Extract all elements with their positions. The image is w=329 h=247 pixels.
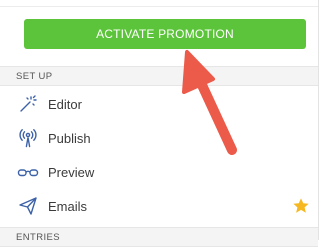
sidebar-panel: ACTIVATE PROMOTION SET UP Editor Publish…: [0, 0, 319, 247]
section-header-setup: SET UP: [0, 66, 318, 86]
magic-wand-icon: [17, 93, 39, 115]
menu-item-label: Emails: [48, 198, 88, 214]
menu-item-editor[interactable]: Editor: [0, 87, 318, 121]
menu-item-label: Preview: [48, 164, 95, 180]
menu-item-preview[interactable]: Preview: [0, 155, 318, 189]
activate-promotion-button[interactable]: ACTIVATE PROMOTION: [24, 19, 306, 49]
section-title: ENTRIES: [16, 231, 60, 243]
section-title: SET UP: [16, 70, 53, 82]
menu-item-publish[interactable]: Publish: [0, 121, 318, 155]
divider: [0, 6, 318, 7]
menu-item-label: Editor: [48, 96, 82, 112]
menu-item-emails[interactable]: Emails: [0, 189, 318, 223]
glasses-icon: [17, 161, 39, 183]
section-header-entries: ENTRIES: [0, 227, 318, 247]
menu-item-label: Publish: [48, 130, 91, 146]
activate-promotion-label: ACTIVATE PROMOTION: [96, 27, 234, 41]
promotion-action-area: ACTIVATE PROMOTION: [0, 0, 318, 66]
paper-plane-icon: [17, 195, 39, 217]
star-icon: [292, 197, 310, 215]
broadcast-icon: [17, 127, 39, 149]
